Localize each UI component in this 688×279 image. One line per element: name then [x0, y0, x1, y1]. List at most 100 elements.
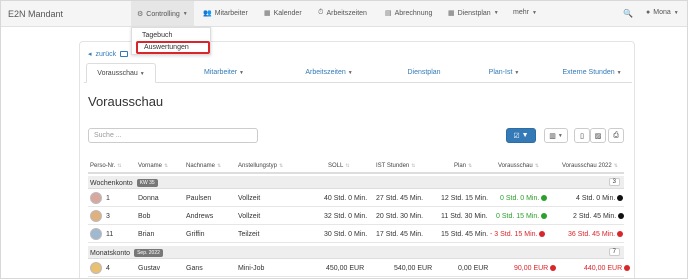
- warning-circle-icon: [539, 231, 546, 238]
- caret-down-icon: ▼: [531, 9, 537, 16]
- sliders-icon: ⚙: [137, 11, 144, 18]
- arrow-circle-icon: [617, 195, 624, 202]
- cell-typ: Vollzeit: [238, 213, 261, 220]
- sort-icon: ⇅: [117, 163, 122, 169]
- col-vorname[interactable]: Vorname ⇅: [138, 163, 168, 169]
- arrow-left-icon: ◂: [88, 51, 92, 58]
- avatar: [90, 228, 102, 240]
- export-excel-button[interactable]: ▨: [590, 128, 606, 143]
- cell-vorausschau: 0 Std. 15 Min.: [496, 213, 548, 220]
- sort-icon: ⇅: [345, 163, 350, 169]
- tab-mitarbeiter[interactable]: Mitarbeiter ▼: [184, 63, 264, 83]
- tab-externe-stunden[interactable]: Externe Stunden ▼: [552, 63, 632, 83]
- calendar-icon: ▦: [448, 10, 455, 17]
- export-pdf-button[interactable]: ▯: [574, 128, 590, 143]
- cell-soll: 32 Std. 0 Min.: [324, 213, 368, 220]
- arrow-circle-icon: [617, 231, 624, 238]
- tab-plan-ist[interactable]: Plan-Ist ▼: [464, 63, 544, 83]
- nav-kalender[interactable]: ▦ Kalender: [264, 9, 302, 18]
- search-icon[interactable]: 🔍: [623, 9, 633, 18]
- cell-vorname: Bob: [138, 213, 151, 220]
- col-ist-stunden[interactable]: IST Stunden ⇅: [376, 163, 415, 169]
- table-header: Perso-Nr. ⇅ Vorname ⇅ Nachname ⇅ Anstellung…: [88, 160, 624, 174]
- back-link[interactable]: ◂ zurück: [88, 50, 129, 58]
- cell-vorausschau-2022: 2 Std. 45 Min.: [573, 213, 625, 220]
- col-perso-nr[interactable]: Perso-Nr. ⇅: [90, 163, 122, 169]
- caret-down-icon: ▼: [557, 132, 563, 139]
- search-input[interactable]: Suche ...: [88, 128, 258, 143]
- sort-icon: ⇅: [613, 163, 618, 169]
- printer-icon: ⎙: [613, 131, 619, 139]
- sort-icon: ⇅: [164, 163, 169, 169]
- col-vorausschau[interactable]: Vorausschau ⇅: [498, 163, 539, 169]
- nav-controlling-label: Controlling: [146, 10, 180, 18]
- cell-typ: Vollzeit: [238, 195, 261, 202]
- group-label: Wochenkonto KW 35: [90, 179, 158, 187]
- table-row[interactable]: 4 Gustav Gans Mini-Job 450,00 EUR 540,00…: [88, 260, 631, 277]
- group-count: 3: [608, 178, 620, 186]
- cell-nachname: Paulsen: [186, 195, 212, 202]
- table-row[interactable]: 11 Brian Griffin Teilzeit 30 Std. 0 Min.…: [88, 226, 624, 243]
- cell-vorausschau: 90,00 EUR: [514, 265, 557, 272]
- controlling-dropdown: Tagebuch Auswertungen: [131, 27, 211, 55]
- tab-dienstplan[interactable]: Dienstplan: [384, 63, 464, 83]
- cell-vorausschau: 0 Std. 0 Min.: [500, 195, 548, 202]
- tab-vorausschau[interactable]: Vorausschau ▼: [86, 63, 156, 83]
- nav-abrechnung-label: Abrechnung: [394, 9, 433, 17]
- user-menu[interactable]: ● Mona ▼: [646, 9, 679, 16]
- stopwatch-icon: ⏱: [318, 9, 324, 16]
- cell-vorausschau-2022: 36 Std. 45 Min.: [568, 231, 624, 238]
- nav-mitarbeiter[interactable]: 👥 Mitarbeiter: [203, 9, 248, 18]
- avatar: [90, 262, 102, 274]
- file-icon: ▯: [580, 132, 584, 140]
- warning-circle-icon: [550, 265, 557, 272]
- nav-arbeitszeiten-label: Arbeitszeiten: [326, 9, 367, 17]
- group-count: 7: [608, 248, 620, 256]
- brand-name[interactable]: E2N Mandant: [8, 9, 63, 19]
- nav-dienstplan-label: Dienstplan: [457, 9, 491, 17]
- print-button[interactable]: ⎙: [608, 128, 624, 143]
- group-badge: KW 35: [136, 179, 158, 187]
- cell-vorausschau-2022: 4 Std. 0 Min.: [576, 195, 624, 202]
- cell-ist: 20 Std. 30 Min.: [376, 213, 424, 220]
- col-soll[interactable]: SOLL ⇅: [328, 163, 350, 169]
- menu-item-tagebuch[interactable]: Tagebuch: [132, 30, 210, 41]
- sort-icon: ⇅: [468, 163, 473, 169]
- sort-icon: ⇅: [217, 163, 222, 169]
- cell-plan: 15 Std. 45 Min.: [441, 231, 489, 238]
- group-label: Monatskonto Sep. 2022: [90, 249, 163, 257]
- cell-ist: 540,00 EUR: [394, 265, 433, 272]
- tab-arbeitszeiten[interactable]: Arbeitszeiten ▼: [284, 63, 374, 83]
- nav-abrechnung[interactable]: ▤ Abrechnung: [385, 9, 433, 18]
- group-row[interactable]: Monatskonto Sep. 2022 7: [88, 246, 624, 259]
- app-frame: E2N Mandant ⚙ Controlling ▼ 👥 Mitarbeite…: [0, 0, 688, 279]
- group-row[interactable]: Wochenkonto KW 35 3: [88, 176, 624, 189]
- col-nachname[interactable]: Nachname ⇅: [186, 163, 221, 169]
- cell-vorname: Donna: [138, 195, 159, 202]
- nav-dienstplan[interactable]: ▦ Dienstplan ▼: [448, 9, 499, 18]
- col-anstellungstyp[interactable]: Anstellungstyp ⇅: [238, 163, 283, 169]
- nav-mitarbeiter-label: Mitarbeiter: [214, 9, 248, 17]
- cell-typ: Mini-Job: [238, 265, 265, 272]
- col-plan[interactable]: Plan ⇅: [454, 163, 472, 169]
- receipt-icon: ▤: [385, 10, 392, 17]
- caret-down-icon: ▼: [673, 9, 679, 16]
- sort-icon: ⇅: [411, 163, 416, 169]
- content-card: ◂ zurück Vorausschau ▼ Mitarbeiter ▼ Arb…: [79, 41, 635, 278]
- cell-nachname: Griffin: [186, 231, 205, 238]
- filter-toggle-button[interactable]: ☑ ▼: [506, 128, 536, 143]
- cell-ist: 17 Std. 45 Min.: [376, 231, 424, 238]
- nav-mehr[interactable]: mehr ▼: [513, 9, 537, 16]
- cell-vorausschau-2022: 440,00 EUR: [584, 265, 631, 272]
- columns-button[interactable]: ▥ ▼: [544, 128, 568, 143]
- cell-typ: Teilzeit: [238, 231, 260, 238]
- menu-item-auswertungen[interactable]: Auswertungen: [136, 41, 210, 54]
- col-vorausschau-2022[interactable]: Vorausschau 2022 ⇅: [562, 163, 618, 169]
- nav-arbeitszeiten[interactable]: ⏱ Arbeitszeiten: [318, 9, 367, 17]
- table-row[interactable]: 1 Donna Paulsen Vollzeit 40 Std. 0 Min. …: [88, 190, 624, 207]
- cell-vorname: Gustav: [138, 265, 161, 272]
- cell-nr: 11: [106, 231, 114, 238]
- table-row[interactable]: 3 Bob Andrews Vollzeit 32 Std. 0 Min. 20…: [88, 208, 625, 225]
- top-navbar: E2N Mandant ⚙ Controlling ▼ 👥 Mitarbeite…: [1, 1, 687, 27]
- nav-controlling[interactable]: ⚙ Controlling ▼: [131, 1, 194, 27]
